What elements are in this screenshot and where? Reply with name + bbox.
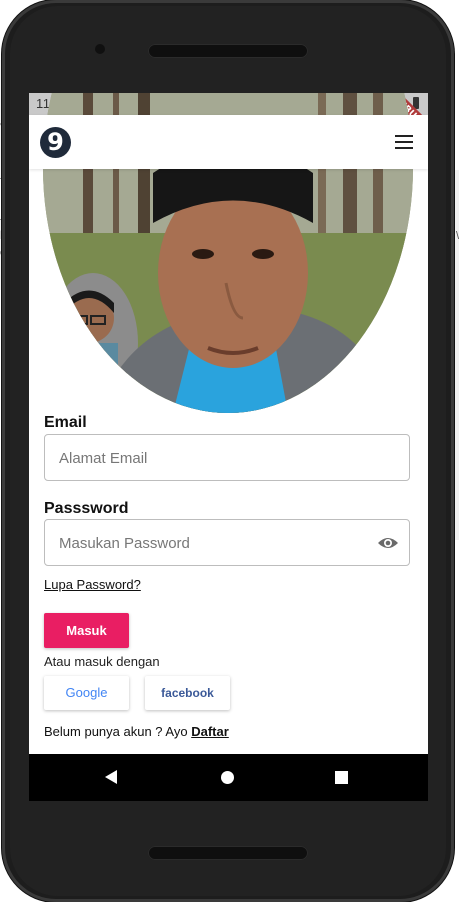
app-bar: 9 <box>29 115 428 169</box>
phone-frame: 11:51 DEBUG 9 <box>2 0 454 902</box>
bottom-speaker <box>148 846 308 860</box>
eye-icon[interactable] <box>377 533 399 553</box>
facebook-login-button[interactable]: facebook <box>145 676 230 710</box>
forgot-password-link[interactable]: Lupa Password? <box>44 577 141 592</box>
email-label: Email <box>44 414 87 431</box>
facebook-logo-text: facebook <box>161 686 214 700</box>
password-field[interactable] <box>44 519 410 567</box>
top-speaker <box>148 44 308 58</box>
front-camera <box>95 44 105 54</box>
signup-link[interactable]: Daftar <box>191 724 229 739</box>
phone-screen: 11:51 DEBUG 9 <box>29 93 428 801</box>
hamburger-menu-icon[interactable] <box>395 135 413 149</box>
email-input[interactable] <box>57 435 381 482</box>
signup-prompt: Belum punya akun ? Ayo Daftar <box>44 724 229 739</box>
recent-apps-icon[interactable] <box>335 771 348 784</box>
or-login-with-text: Atau masuk dengan <box>44 654 160 669</box>
android-nav-bar <box>29 754 428 801</box>
app-logo[interactable]: 9 <box>40 127 71 158</box>
login-button[interactable]: Masuk <box>44 613 129 648</box>
password-input[interactable] <box>57 520 381 567</box>
signup-prompt-text: Belum punya akun ? Ayo <box>44 724 192 739</box>
google-logo-text: Google <box>65 685 108 700</box>
email-field[interactable] <box>44 434 410 482</box>
google-login-button[interactable]: Google <box>44 676 129 710</box>
back-icon[interactable] <box>105 770 117 784</box>
home-icon[interactable] <box>221 771 234 784</box>
password-label: Passsword <box>44 500 129 517</box>
